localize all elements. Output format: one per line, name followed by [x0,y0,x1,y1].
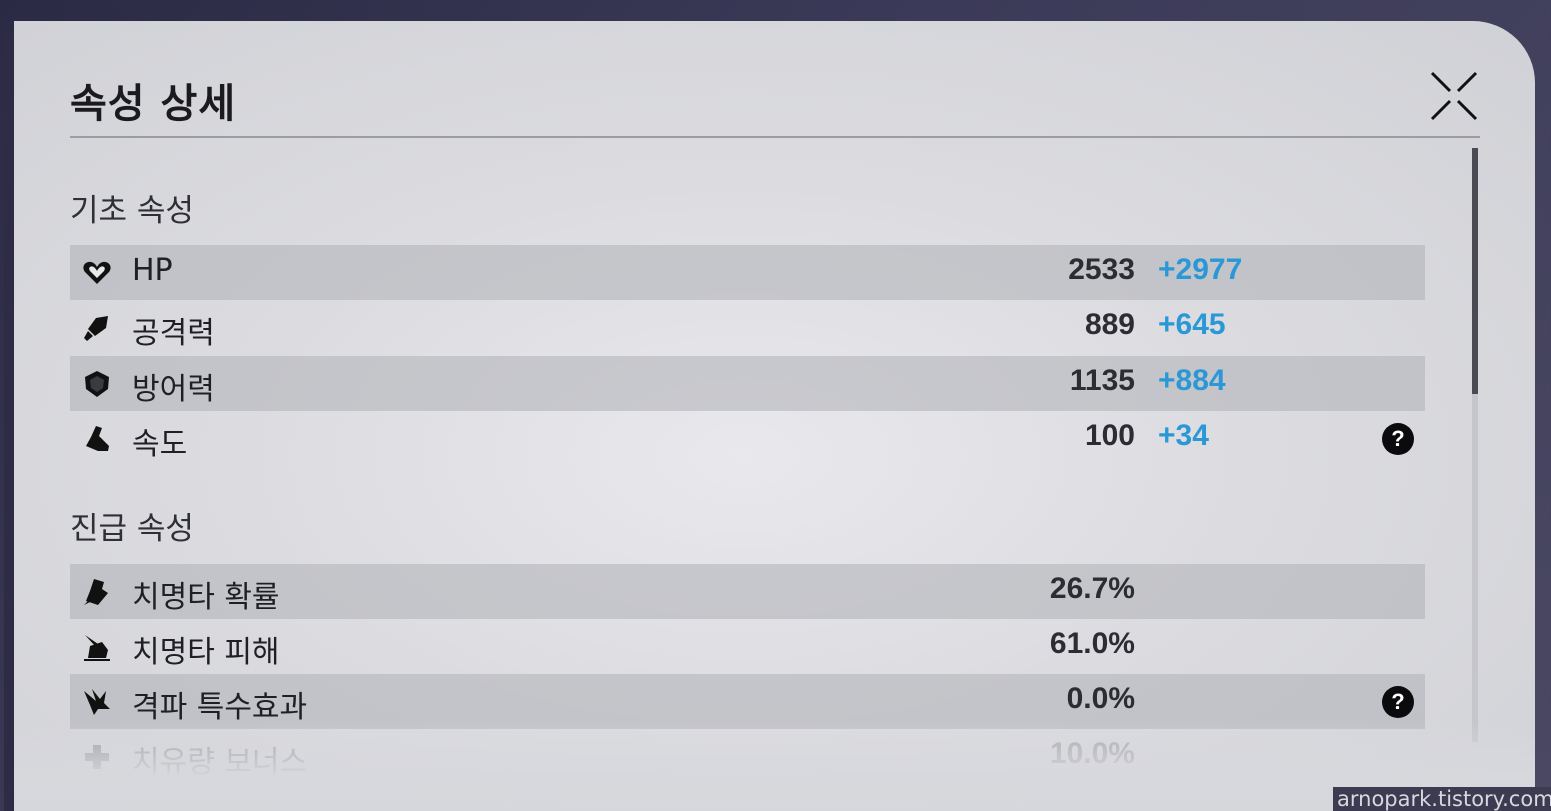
stat-value: 0.0% [1066,682,1135,715]
page-title: 속성 상세 [70,81,237,127]
crit-rate-icon [84,579,108,605]
stat-value: 26.7% [1049,572,1135,605]
boot-icon [86,426,109,451]
close-icon[interactable] [1426,69,1482,123]
stat-value: 2533 [1068,253,1135,286]
stat-value: 889 [1084,308,1135,341]
break-effect-icon [84,689,110,715]
title-divider [70,136,1480,138]
stat-name: 치유량 보너스 [132,745,308,780]
background-edge [4,30,14,811]
stat-bonus: +645 [1158,308,1226,341]
stat-name: 치명타 확률 [132,580,280,615]
stat-row-hp: HP 2533 +2977 [70,245,1425,300]
watermark: arnopark.tistory.com [1333,787,1551,811]
stat-bonus: +884 [1158,364,1226,397]
stat-row-defense: 방어력 1135 +884 [70,356,1425,411]
scrollbar-thumb[interactable] [1472,148,1478,394]
stat-row-crit-damage: 치명타 피해 61.0% [70,619,1425,674]
shield-icon [85,371,109,397]
stat-name: 속도 [132,427,188,462]
stat-value: 1135 [1069,364,1135,397]
stat-bonus: +34 [1158,419,1209,452]
section-basic-heading: 기초 속성 [70,193,194,229]
heart-icon [83,261,111,284]
crit-damage-icon [84,635,110,661]
stat-row-speed: 속도 100 +34 ? [70,411,1425,466]
stat-row-crit-rate: 치명타 확률 26.7% [70,564,1425,619]
stat-value: 61.0% [1049,627,1135,660]
sword-icon [84,316,108,341]
stat-name: 공격력 [132,316,215,351]
help-icon[interactable]: ? [1382,686,1414,718]
stat-row-attack: 공격력 889 +645 [70,300,1425,355]
stat-name: HP [132,253,173,288]
stat-value: 100 [1084,419,1135,452]
stat-row-break-effect: 격파 특수효과 0.0% ? [70,674,1425,729]
stat-name: 치명타 피해 [132,635,280,670]
help-icon[interactable]: ? [1382,423,1414,455]
stat-value: 10.0% [1049,737,1135,770]
stat-name: 격파 특수효과 [132,690,308,725]
section-advanced-heading: 진급 속성 [70,511,194,547]
stat-row-healing: 치유량 보너스 10.0% [70,729,1425,784]
stat-name: 방어력 [132,372,215,407]
stat-bonus: +2977 [1158,253,1243,286]
healing-icon [85,745,109,769]
attribute-detail-panel: 속성 상세 기초 속성 HP 2533 +2977 공격력 889 +645 방 [14,21,1535,811]
